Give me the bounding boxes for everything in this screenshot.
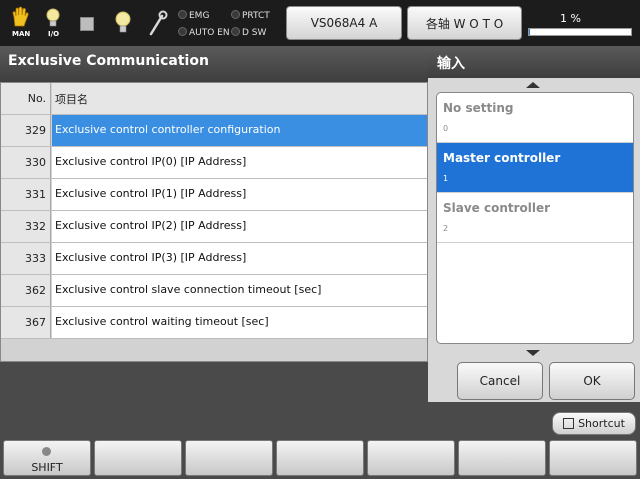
row-name: Exclusive control IP(3) [IP Address] — [52, 243, 427, 274]
function-key-3[interactable] — [185, 440, 273, 476]
parameter-table: No. 项目名 329 Exclusive control controller… — [0, 82, 428, 362]
emg-led — [178, 10, 187, 19]
emg-indicator: EMG — [178, 10, 209, 21]
table-row[interactable]: 331 Exclusive control IP(1) [IP Address] — [1, 179, 427, 211]
ok-button[interactable]: OK — [549, 362, 635, 400]
option-label: No setting — [443, 101, 514, 115]
man-mode-label: MAN — [12, 30, 31, 38]
robot-model-button[interactable]: VS068A4 A — [286, 6, 402, 40]
option-value: 2 — [443, 224, 449, 233]
option-label: Slave controller — [443, 201, 551, 215]
shift-button[interactable]: SHIFT — [3, 440, 91, 476]
option-value: 0 — [443, 124, 449, 133]
function-key-5[interactable] — [367, 440, 455, 476]
row-name: Exclusive control IP(2) [IP Address] — [52, 211, 427, 242]
row-name: Exclusive control slave connection timeo… — [52, 275, 427, 306]
function-key-4[interactable] — [276, 440, 364, 476]
auto-en-led — [178, 27, 187, 36]
row-number: 367 — [1, 307, 51, 338]
row-name: Exclusive control IP(0) [IP Address] — [52, 147, 427, 178]
row-number: 331 — [1, 179, 51, 210]
row-number: 333 — [1, 243, 51, 274]
function-key-6[interactable] — [458, 440, 546, 476]
option-slave-controller[interactable]: Slave controller 2 — [437, 193, 633, 243]
input-panel: 输入 No setting 0 Master controller 1 Slav… — [428, 46, 640, 402]
shortcut-icon — [563, 418, 575, 429]
shift-label: SHIFT — [31, 461, 63, 474]
progress-bar — [528, 28, 632, 36]
top-status-bar: MAN I/O EMG PRTCT AUTO EN D SW VS068A4 A… — [0, 0, 640, 46]
prtct-label: PRTCT — [242, 11, 270, 21]
table-row[interactable]: 332 Exclusive control IP(2) [IP Address] — [1, 211, 427, 243]
wrench-icon[interactable] — [148, 10, 168, 36]
shift-led-icon — [42, 447, 51, 456]
header-item-name: 项目名 — [52, 83, 427, 114]
row-number: 330 — [1, 147, 51, 178]
axis-mode-button[interactable]: 各轴 W O T O — [407, 6, 522, 40]
row-number: 329 — [1, 115, 51, 146]
option-no-setting[interactable]: No setting 0 — [437, 93, 633, 143]
auto-en-label: AUTO EN — [189, 28, 230, 38]
option-value: 1 — [443, 174, 449, 183]
row-name: Exclusive control waiting timeout [sec] — [52, 307, 427, 338]
option-master-controller[interactable]: Master controller 1 — [437, 143, 633, 193]
prtct-indicator: PRTCT — [231, 10, 270, 21]
stop-icon[interactable] — [80, 17, 94, 31]
table-row[interactable]: 362 Exclusive control slave connection t… — [1, 275, 427, 307]
row-name: Exclusive control controller configurati… — [52, 115, 427, 146]
table-row[interactable]: 330 Exclusive control IP(0) [IP Address] — [1, 147, 427, 179]
input-panel-title: 输入 — [428, 46, 640, 78]
shortcut-button[interactable]: Shortcut — [552, 412, 636, 435]
option-label: Master controller — [443, 151, 561, 165]
bulb-io-icon[interactable] — [45, 8, 61, 30]
function-key-7[interactable] — [549, 440, 637, 476]
row-name: Exclusive control IP(1) [IP Address] — [52, 179, 427, 210]
scroll-down-icon[interactable] — [526, 350, 540, 356]
bulb-icon[interactable] — [114, 10, 132, 36]
io-label: I/O — [48, 30, 60, 38]
function-key-2[interactable] — [94, 440, 182, 476]
row-number: 362 — [1, 275, 51, 306]
shortcut-label: Shortcut — [578, 417, 625, 430]
table-header: No. 项目名 — [1, 83, 427, 115]
header-no: No. — [1, 83, 51, 114]
table-row[interactable]: 329 Exclusive control controller configu… — [1, 115, 427, 147]
hand-icon[interactable] — [10, 6, 32, 28]
dsw-label: D SW — [242, 28, 267, 38]
prtct-led — [231, 10, 240, 19]
progress-text: 1 % — [560, 12, 581, 25]
page-title: Exclusive Communication — [0, 46, 428, 82]
auto-en-indicator: AUTO EN — [178, 27, 230, 38]
progress-fill — [529, 29, 531, 35]
option-list: No setting 0 Master controller 1 Slave c… — [436, 92, 634, 344]
emg-label: EMG — [189, 11, 210, 21]
cancel-button[interactable]: Cancel — [457, 362, 543, 400]
row-number: 332 — [1, 211, 51, 242]
table-row[interactable]: 367 Exclusive control waiting timeout [s… — [1, 307, 427, 339]
table-row[interactable]: 333 Exclusive control IP(3) [IP Address] — [1, 243, 427, 275]
dsw-led — [231, 27, 240, 36]
scroll-up-icon[interactable] — [526, 82, 540, 88]
dsw-indicator: D SW — [231, 27, 266, 38]
